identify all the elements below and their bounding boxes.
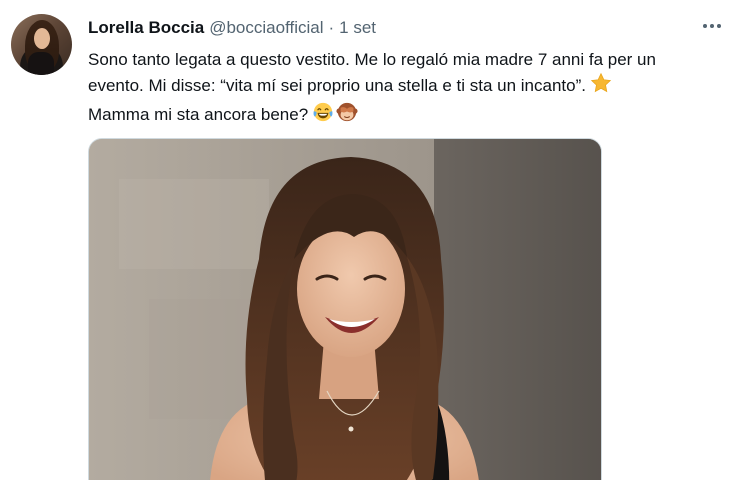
avatar[interactable] bbox=[11, 14, 72, 75]
tweet-text-line: Sono tanto legata a questo vestito. Me l… bbox=[88, 50, 656, 69]
see-no-evil-monkey-emoji bbox=[336, 101, 358, 130]
author-handle[interactable]: @bocciaofficial bbox=[209, 18, 323, 38]
separator-dot: · bbox=[328, 18, 335, 37]
star-emoji bbox=[590, 72, 612, 101]
tweet[interactable]: Lorella Boccia @bocciaofficial · 1 set S… bbox=[0, 0, 750, 480]
photo-illustration bbox=[89, 139, 601, 480]
author-name[interactable]: Lorella Boccia bbox=[88, 18, 204, 38]
more-options-icon[interactable] bbox=[700, 14, 724, 38]
avatar-body bbox=[28, 52, 54, 75]
tweet-text-line: Mamma mi sta ancora bene? bbox=[88, 101, 688, 130]
tweet-timestamp[interactable]: 1 set bbox=[339, 18, 376, 38]
tweet-header: Lorella Boccia @bocciaofficial · 1 set bbox=[88, 17, 376, 39]
tweet-text-line: evento. Mi disse: “vita mí sei proprio u… bbox=[88, 72, 688, 101]
tweet-photo[interactable] bbox=[88, 138, 602, 480]
tears-of-joy-emoji bbox=[312, 101, 334, 130]
avatar-face bbox=[34, 28, 50, 49]
tweet-text: Sono tanto legata a questo vestito. Me l… bbox=[88, 47, 688, 130]
